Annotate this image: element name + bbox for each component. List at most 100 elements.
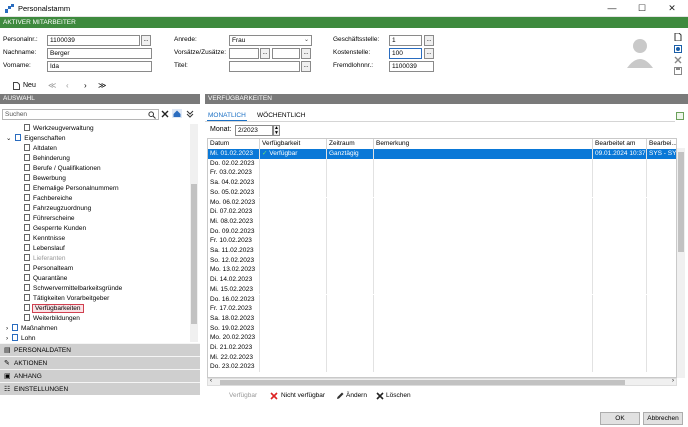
geschaeftsstelle-lookup-button[interactable]: ... [424, 35, 434, 46]
tree-item[interactable]: Tätigkeiten Vorarbeitgeber [24, 293, 109, 304]
tree-item[interactable]: Werkzeugverwaltung [24, 124, 94, 134]
clear-search-icon[interactable] [161, 110, 169, 118]
chevron-right-icon[interactable]: › [6, 325, 10, 332]
scroll-right-icon[interactable]: › [672, 378, 674, 384]
new-button[interactable]: Neu [23, 82, 36, 89]
ok-button[interactable]: OK [600, 412, 640, 425]
table-row[interactable]: So. 12.02.2023 [208, 255, 676, 266]
table-row[interactable]: So. 05.02.2023 [208, 187, 676, 198]
table-row[interactable]: Mo. 06.02.2023 [208, 197, 676, 208]
tree-item[interactable]: Altdaten [24, 143, 57, 154]
tree-item[interactable]: Lieferanten [24, 253, 66, 264]
table-row[interactable]: Sa. 04.02.2023 [208, 178, 676, 188]
table-row[interactable]: Fr. 17.02.2023 [208, 304, 676, 314]
table-row[interactable]: Mi. 08.02.2023 [208, 216, 676, 227]
tree-item[interactable]: Kenntnisse [24, 233, 65, 244]
monat-field[interactable]: 2/2023 [235, 125, 273, 136]
vorname-field[interactable]: Ida [47, 61, 152, 72]
aendern-button[interactable]: Ändern [346, 392, 367, 399]
monat-spinner[interactable]: ▲ ▼ [273, 125, 280, 136]
scan-icon[interactable] [674, 45, 682, 53]
collapse-all-icon[interactable] [186, 110, 194, 118]
geschaeftsstelle-field[interactable]: 1 [389, 35, 422, 46]
tree-item[interactable]: ⌄ Eigenschaften [6, 133, 65, 144]
titel-lookup-button[interactable]: ... [301, 61, 311, 72]
table-row[interactable]: Do. 23.02.2023 [208, 362, 676, 373]
prev-record-button[interactable]: ‹ [66, 81, 69, 90]
delete-photo-icon[interactable] [674, 56, 682, 64]
table-row[interactable]: Mo. 13.02.2023 [208, 265, 676, 276]
tab-woechentlich[interactable]: WÖCHENTLICH [257, 112, 305, 119]
next-record-button[interactable]: › [84, 81, 87, 90]
table-row[interactable]: Do. 02.02.2023 [208, 158, 676, 169]
accordion-aktionen[interactable]: ✎ AKTIONEN [0, 356, 200, 369]
table-row[interactable]: Mi. 22.02.2023 [208, 352, 676, 363]
column-header[interactable]: Datum [208, 139, 260, 149]
fremdlohn-field[interactable]: 1100039 [389, 61, 434, 72]
table-hscrollbar[interactable]: ‹ › [207, 378, 677, 386]
titel-field[interactable] [229, 61, 300, 72]
tree-item[interactable]: Lebenslauf [24, 243, 65, 254]
table-row[interactable]: Fr. 03.02.2023 [208, 168, 676, 179]
search-input-box[interactable]: Suchen [2, 109, 159, 120]
table-row[interactable]: Mi. 15.02.2023 [208, 284, 676, 295]
accordion-einstellungen[interactable]: ☷ EINSTELLUNGEN [0, 382, 200, 395]
close-window-button[interactable]: ✕ [657, 0, 687, 17]
zusaetze-lookup-button[interactable]: ... [301, 48, 311, 59]
tree-item[interactable]: Berufe / Qualifikationen [24, 163, 101, 174]
save-icon[interactable] [674, 67, 682, 75]
tree-scrollbar[interactable] [190, 124, 198, 342]
tree-item[interactable]: Personalteam [24, 263, 73, 274]
tree-item[interactable]: Behinderung [24, 153, 70, 164]
column-header[interactable]: Zeitraum [327, 139, 374, 149]
zusaetze-field[interactable] [272, 48, 300, 59]
maximize-button[interactable]: ☐ [627, 0, 657, 17]
first-record-button[interactable]: ≪ [48, 81, 56, 90]
table-row[interactable]: Di. 07.02.2023 [208, 207, 676, 217]
tree-item[interactable]: Fachbereiche [24, 193, 72, 204]
nicht-verfuegbar-button[interactable]: Nicht verfügbar [281, 392, 325, 399]
loeschen-button[interactable]: Löschen [386, 392, 411, 399]
personalnr-field[interactable]: 1100039 [47, 35, 140, 46]
table-vscrollbar[interactable] [677, 148, 685, 378]
tree-item[interactable]: Verfügbarkeiten [24, 303, 84, 314]
home-icon[interactable] [172, 109, 182, 118]
expand-icon[interactable] [676, 112, 684, 120]
vorsaetze-field[interactable] [229, 48, 259, 59]
cancel-button[interactable]: Abbrechen [643, 412, 683, 425]
table-row[interactable]: So. 19.02.2023 [208, 323, 676, 334]
table-row[interactable]: Sa. 11.02.2023 [208, 246, 676, 256]
table-row[interactable]: Di. 14.02.2023 [208, 275, 676, 285]
chevron-down-icon[interactable]: ⌄ [6, 135, 13, 142]
table-hscrollbar-thumb[interactable] [220, 380, 625, 385]
tree-item[interactable]: Ehemalige Personalnummern [24, 183, 119, 194]
tree-item[interactable]: › Lohn [6, 333, 35, 342]
scroll-left-icon[interactable]: ‹ [210, 378, 212, 384]
table-row[interactable]: Di. 21.02.2023 [208, 343, 676, 353]
tab-monatlich[interactable]: MONATLICH [208, 112, 246, 119]
tree-item[interactable]: Weiterbildungen [24, 313, 80, 324]
table-row[interactable]: Fr. 10.02.2023 [208, 236, 676, 246]
tree-scrollbar-thumb[interactable] [191, 184, 197, 324]
vorsaetze-lookup-button[interactable]: ... [260, 48, 270, 59]
anrede-select[interactable]: Frau ⌄ [229, 35, 312, 46]
table-row[interactable]: Mi. 01.02.2023 ✓ Verfügbar Ganztägig 09.01.… [208, 149, 676, 159]
tree-item[interactable]: Gesperrte Kunden [24, 223, 86, 234]
table-row[interactable]: Do. 16.02.2023 [208, 294, 676, 305]
verfuegbar-button[interactable]: Verfügbar [229, 392, 257, 399]
tree-item[interactable]: Schwervermittelbarkeitsgründe [24, 283, 122, 294]
last-record-button[interactable]: ≫ [98, 81, 106, 90]
kostenstelle-lookup-button[interactable]: ... [424, 48, 434, 59]
table-row[interactable]: Sa. 18.02.2023 [208, 313, 676, 324]
column-header[interactable]: Verfügbarkeit [260, 139, 327, 149]
kostenstelle-field[interactable]: 100 [389, 48, 422, 59]
column-header[interactable]: Bearbei... [647, 139, 676, 149]
minimize-button[interactable]: — [597, 0, 627, 17]
table-row[interactable]: Mo. 20.02.2023 [208, 333, 676, 343]
personalnr-lookup-button[interactable]: ... [141, 35, 151, 46]
nachname-field[interactable]: Berger [47, 48, 152, 59]
table-row[interactable]: Do. 09.02.2023 [208, 226, 676, 237]
avatar[interactable] [614, 32, 666, 74]
tree-item[interactable]: Fahrzeugzuordnung [24, 203, 91, 214]
accordion-anhang[interactable]: ▣ ANHANG [0, 369, 200, 382]
